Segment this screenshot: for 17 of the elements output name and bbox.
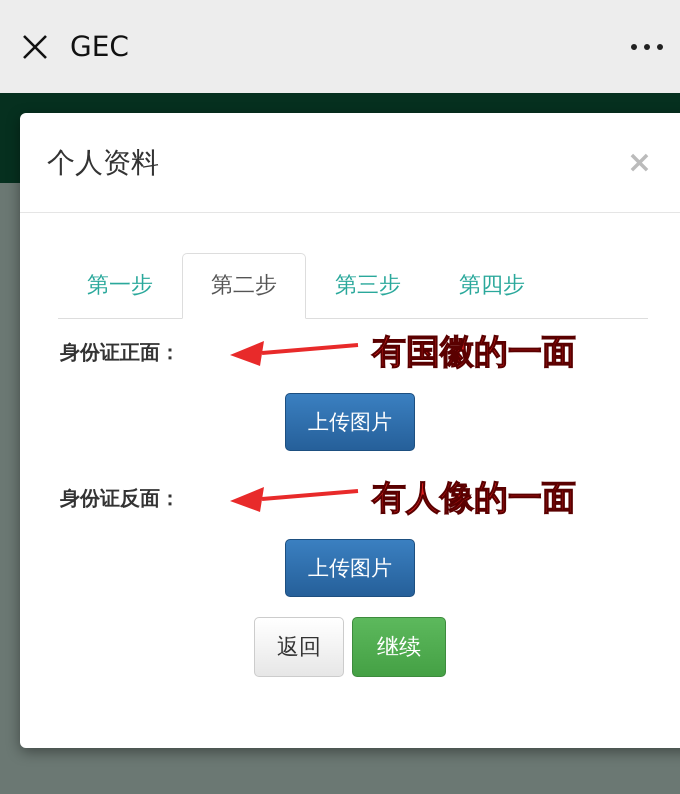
close-button[interactable]: × (626, 148, 652, 178)
back-button[interactable]: 返回 (254, 617, 344, 677)
upload-button[interactable]: 上传图片 (285, 393, 415, 451)
annotation-text: 有国徽的一面 (372, 331, 576, 374)
more-icon[interactable] (630, 42, 664, 50)
field-label: 身份证反面： (60, 484, 181, 512)
close-icon[interactable] (22, 34, 48, 60)
upload-button[interactable]: 上传图片 (285, 539, 415, 597)
field-label: 身份证正面： (60, 338, 181, 366)
continue-button[interactable]: 继续 (352, 617, 446, 677)
step-tab[interactable]: 第二步 (182, 253, 306, 319)
annotation-text: 有人像的一面 (372, 477, 576, 520)
page-title: GEC (70, 30, 130, 63)
step-tab[interactable]: 第四步 (430, 253, 554, 319)
step-tab[interactable]: 第一步 (58, 253, 182, 319)
dialog-title: 个人资料 (47, 144, 160, 180)
step-tab[interactable]: 第三步 (306, 253, 430, 319)
